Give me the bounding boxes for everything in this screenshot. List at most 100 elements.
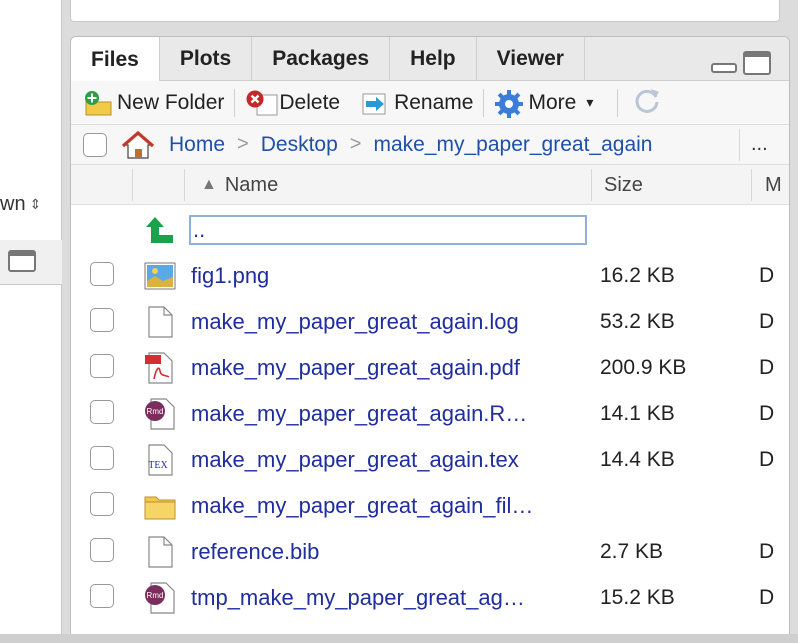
- folder-icon: [143, 489, 177, 523]
- tab-packages[interactable]: Packages: [252, 37, 391, 81]
- rename-label: Rename: [394, 90, 474, 114]
- sort-ascending-icon: ▲: [201, 176, 217, 193]
- column-divider: [751, 169, 752, 201]
- table-row: Rmd tmp_make_my_paper_great_ag… 15.2 KB …: [71, 575, 789, 621]
- file-name-link[interactable]: fig1.png: [191, 253, 269, 299]
- go-up-arrow-icon: [143, 213, 177, 247]
- rstudio-window: wn ⇕ Files Plots Packages Help Viewer Ne…: [0, 0, 798, 643]
- row-checkbox[interactable]: [90, 538, 114, 562]
- file-modified: D: [759, 586, 775, 609]
- column-divider: [184, 169, 185, 201]
- files-toolbar: New Folder Delete Rename More ▾: [71, 81, 789, 125]
- blank-file-icon: [143, 305, 177, 339]
- maximize-icon[interactable]: [743, 51, 771, 75]
- file-size: 15.2 KB: [600, 586, 675, 609]
- refresh-icon: [632, 85, 662, 121]
- top-pane-fragment: [70, 0, 780, 22]
- rmd-badge-text: Rmd: [147, 407, 164, 416]
- new-folder-button[interactable]: New Folder: [71, 85, 234, 121]
- image-file-icon: [143, 259, 177, 293]
- file-size: 53.2 KB: [600, 310, 675, 333]
- more-button[interactable]: More ▾: [484, 85, 603, 121]
- row-checkbox[interactable]: [90, 308, 114, 332]
- table-row: make_my_paper_great_again.log 53.2 KB D: [71, 299, 789, 345]
- file-name-link[interactable]: make_my_paper_great_again.log: [191, 299, 519, 345]
- delete-icon: [245, 89, 278, 117]
- rmd-badge-text: Rmd: [147, 591, 164, 600]
- environment-dropdown[interactable]: wn ⇕: [0, 186, 50, 222]
- file-name-link[interactable]: make_my_paper_great_again.tex: [191, 437, 519, 483]
- updir-row[interactable]: ..: [71, 207, 789, 253]
- rmd-file-icon: Rmd: [143, 581, 177, 615]
- table-row: make_my_paper_great_again.pdf 200.9 KB D: [71, 345, 789, 391]
- row-checkbox[interactable]: [90, 446, 114, 470]
- delete-label: Delete: [279, 90, 341, 114]
- file-size: 14.1 KB: [600, 402, 675, 425]
- file-name-link[interactable]: reference.bib: [191, 529, 319, 575]
- refresh-button[interactable]: [618, 85, 672, 121]
- column-divider: [591, 169, 592, 201]
- file-modified: D: [759, 356, 775, 379]
- tab-files[interactable]: Files: [71, 37, 160, 82]
- file-list-header: ▲ Name Size M: [71, 165, 789, 205]
- row-checkbox[interactable]: [90, 354, 114, 378]
- breadcrumb-separator: >: [237, 133, 249, 155]
- blank-file-icon: [143, 535, 177, 569]
- more-label: More: [528, 90, 577, 114]
- pane-tabs: Files Plots Packages Help Viewer: [71, 37, 789, 82]
- column-modified-header[interactable]: M: [765, 165, 782, 205]
- new-folder-icon: [83, 89, 112, 117]
- table-row: make_my_paper_great_again_fil…: [71, 483, 789, 529]
- table-row: fig1.png 16.2 KB D: [71, 253, 789, 299]
- window-bottom-edge: [0, 634, 798, 643]
- maximize-icon[interactable]: [8, 250, 36, 272]
- file-name-link[interactable]: tmp_make_my_paper_great_ag…: [191, 575, 525, 621]
- file-size: 2.7 KB: [600, 540, 664, 563]
- gear-icon: [494, 89, 524, 118]
- breadcrumb-overflow-button[interactable]: ...: [751, 133, 768, 156]
- rename-button[interactable]: Rename: [350, 85, 483, 121]
- files-pane: Files Plots Packages Help Viewer New Fol…: [70, 36, 790, 636]
- updir-link[interactable]: ..: [193, 207, 205, 253]
- column-size-header[interactable]: Size: [604, 165, 643, 205]
- file-name-link[interactable]: make_my_paper_great_again.pdf: [191, 345, 520, 391]
- tex-file-icon: TEX: [143, 443, 177, 477]
- breadcrumb-divider: [739, 129, 740, 161]
- file-modified: D: [759, 402, 775, 425]
- file-name-link[interactable]: make_my_paper_great_again.R…: [191, 391, 527, 437]
- column-name-header[interactable]: ▲ Name: [201, 165, 278, 205]
- select-all-checkbox[interactable]: [83, 132, 107, 157]
- home-icon[interactable]: [121, 130, 155, 160]
- row-checkbox[interactable]: [90, 584, 114, 608]
- file-name-link[interactable]: make_my_paper_great_again_fil…: [191, 483, 533, 529]
- file-modified: D: [759, 264, 775, 287]
- file-modified: D: [759, 448, 775, 471]
- tab-help[interactable]: Help: [390, 37, 477, 81]
- delete-button[interactable]: Delete: [235, 85, 350, 121]
- breadcrumb: Home > Desktop > make_my_paper_great_aga…: [71, 125, 789, 165]
- tab-viewer[interactable]: Viewer: [477, 37, 585, 81]
- breadcrumb-desktop[interactable]: Desktop: [261, 133, 338, 157]
- rmd-file-icon: Rmd: [143, 397, 177, 431]
- file-size: 14.4 KB: [600, 448, 675, 471]
- dropdown-label: wn: [0, 192, 26, 215]
- breadcrumb-home[interactable]: Home: [169, 133, 225, 157]
- table-row: reference.bib 2.7 KB D: [71, 529, 789, 575]
- row-checkbox[interactable]: [90, 262, 114, 286]
- tab-plots[interactable]: Plots: [160, 37, 253, 81]
- pane-window-controls: [711, 51, 771, 75]
- updown-arrows-icon: ⇕: [29, 195, 42, 212]
- file-modified: D: [759, 540, 775, 563]
- column-name-label: Name: [224, 173, 279, 196]
- file-size: 16.2 KB: [600, 264, 675, 287]
- rename-icon: [360, 89, 388, 117]
- file-modified: D: [759, 310, 775, 333]
- minimize-icon[interactable]: [711, 63, 737, 73]
- table-row: TEX make_my_paper_great_again.tex 14.4 K…: [71, 437, 789, 483]
- tex-badge-text: TEX: [148, 460, 168, 471]
- pdf-file-icon: [143, 351, 177, 385]
- table-row: Rmd make_my_paper_great_again.R… 14.1 KB…: [71, 391, 789, 437]
- row-checkbox[interactable]: [90, 400, 114, 424]
- row-checkbox[interactable]: [90, 492, 114, 516]
- breadcrumb-current-folder[interactable]: make_my_paper_great_again: [373, 133, 652, 157]
